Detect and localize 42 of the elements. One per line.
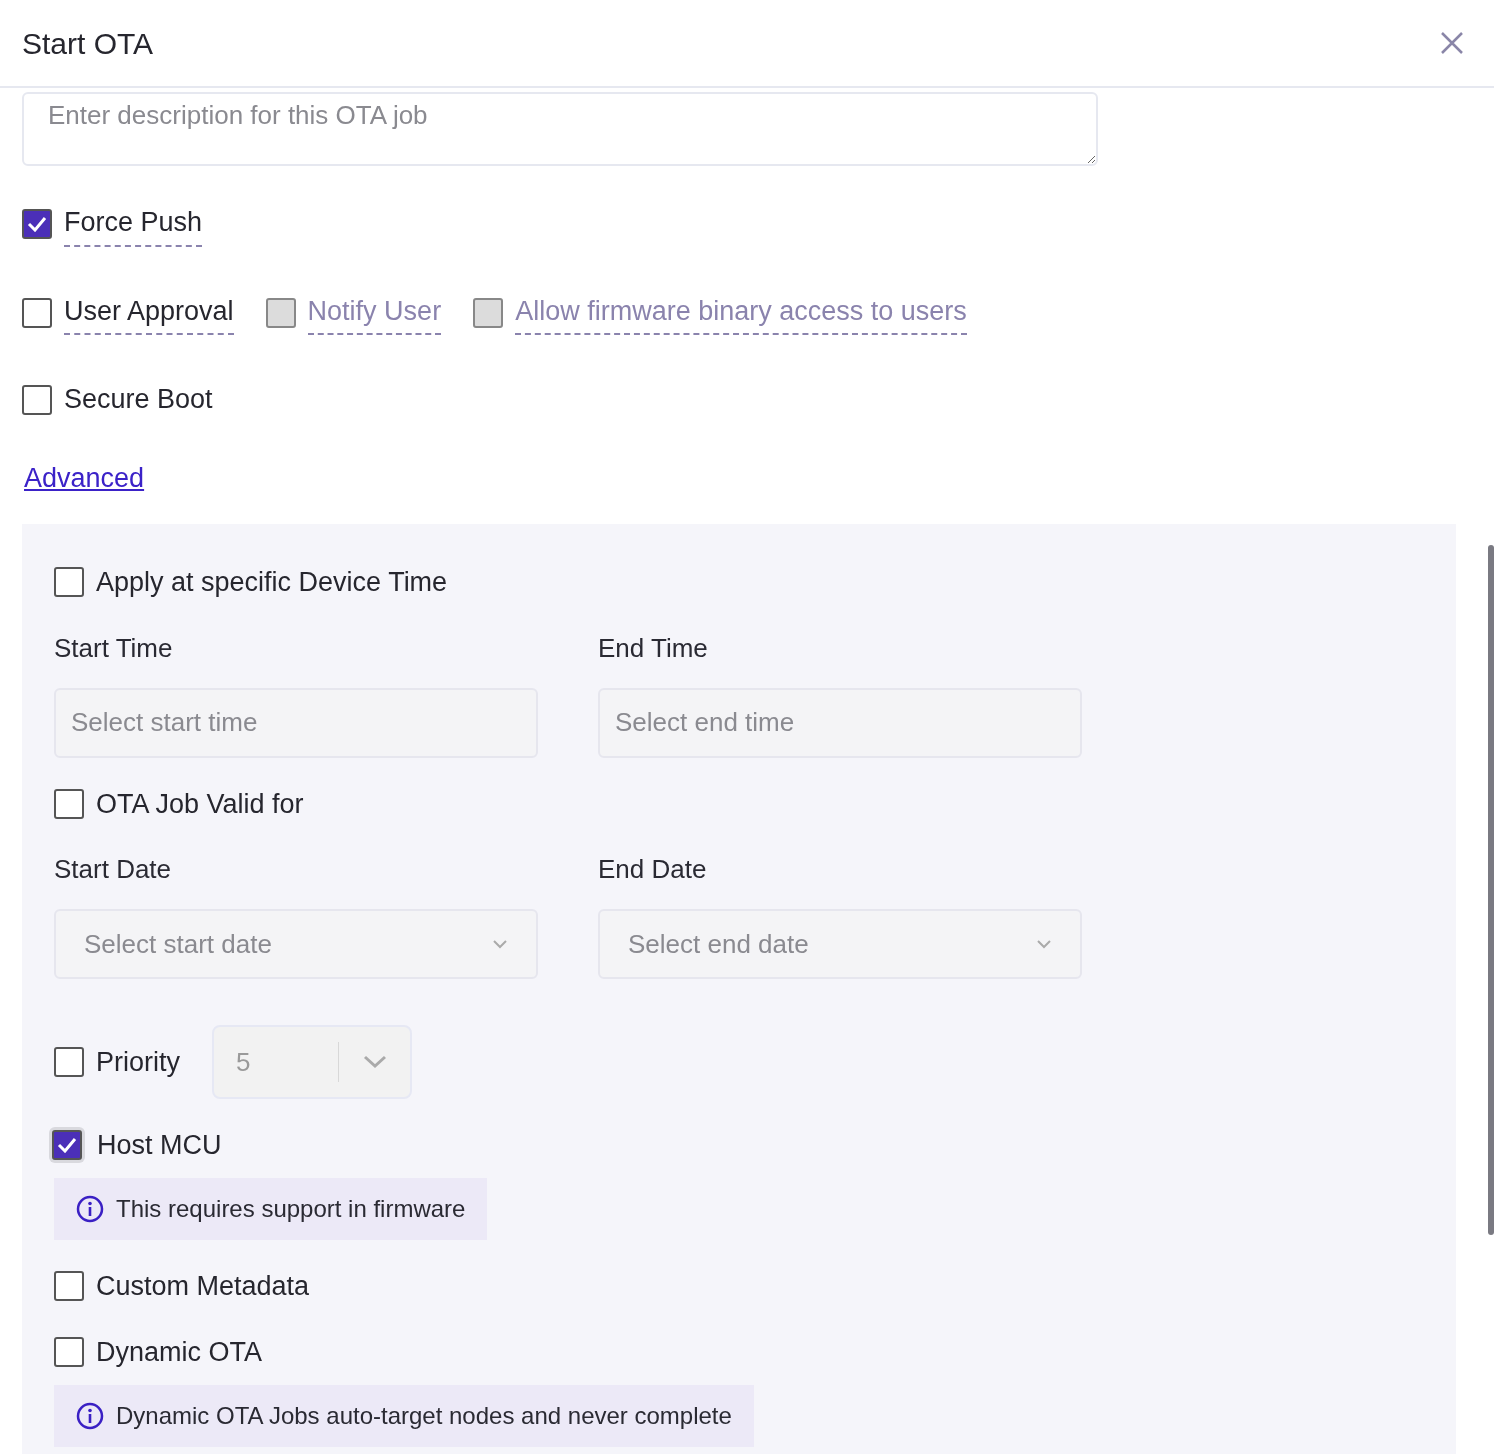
option-label: Notify User: [307, 290, 442, 335]
checkbox[interactable]: [54, 1337, 84, 1368]
time-field[interactable]: Select end time: [598, 687, 1082, 758]
checkbox[interactable]: [22, 297, 52, 328]
info-text: This requires support in firmware: [116, 1193, 466, 1224]
checkbox[interactable]: [54, 788, 84, 819]
close-icon[interactable]: [1440, 31, 1464, 55]
info-text: Dynamic OTA Jobs auto-target nodes and never complete: [116, 1400, 732, 1431]
chevron-down-icon: [492, 939, 508, 949]
option-label: Secure Boot: [64, 383, 213, 416]
priority-select[interactable]: 5: [212, 1025, 412, 1099]
field-label: End Date: [598, 853, 708, 886]
checkmark-icon: [27, 216, 47, 233]
checkbox[interactable]: [54, 1047, 84, 1077]
option-label: Allow firmware binary access to users: [515, 290, 967, 335]
chevron-down-icon: [363, 1055, 387, 1069]
info-icon: [76, 1401, 104, 1430]
option-label: Host MCU: [97, 1129, 222, 1162]
checkbox[interactable]: [54, 567, 84, 598]
advanced-link[interactable]: Advanced: [24, 457, 1472, 498]
checkbox[interactable]: [52, 1130, 82, 1161]
chevron-down-icon: [1036, 939, 1052, 949]
field-label: End Time: [598, 631, 709, 665]
option-label: OTA Job Valid for: [96, 787, 304, 821]
option-label: Apply at specific Device Time: [96, 566, 448, 599]
checkbox[interactable]: [22, 209, 52, 240]
description-field[interactable]: Enter description for this OTA job: [22, 92, 1098, 166]
option-label: Custom Metadata: [96, 1269, 310, 1303]
field-label: Start Time: [54, 631, 174, 665]
checkbox[interactable]: [54, 1270, 84, 1301]
date-dropdown[interactable]: Select end date: [598, 909, 1082, 979]
info-icon: [76, 1194, 104, 1223]
option-label: Force Push: [64, 202, 203, 247]
time-field[interactable]: Select start time: [54, 687, 538, 758]
checkbox[interactable]: [22, 385, 52, 416]
option-label: Priority: [96, 1045, 180, 1079]
option-label: User Approval: [64, 290, 234, 335]
option-label: Dynamic OTA: [96, 1336, 263, 1369]
date-dropdown[interactable]: Select start date: [54, 909, 538, 979]
checkmark-icon: [57, 1137, 77, 1154]
dialog-title: Start OTA: [22, 25, 154, 62]
field-label: Start Date: [54, 853, 173, 886]
